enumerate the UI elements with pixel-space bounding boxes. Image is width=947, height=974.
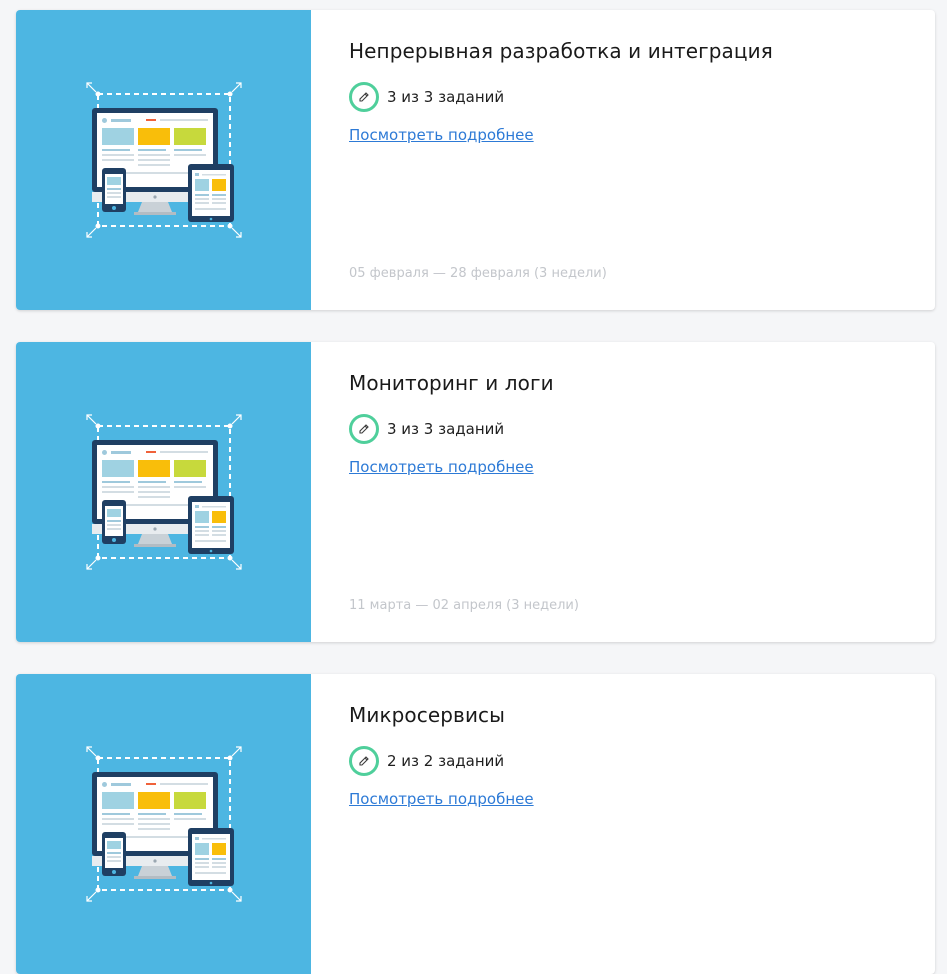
course-body: Микросервисы 2 из 2 заданий Посмотреть п… bbox=[311, 674, 935, 974]
view-details-link[interactable]: Посмотреть подробнее bbox=[349, 458, 534, 476]
responsive-devices-illustration bbox=[86, 414, 242, 570]
task-count: 3 из 3 заданий bbox=[387, 420, 505, 438]
view-details-link[interactable]: Посмотреть подробнее bbox=[349, 790, 534, 808]
task-count: 3 из 3 заданий bbox=[387, 88, 505, 106]
course-body: Непрерывная разработка и интеграция 3 из… bbox=[311, 10, 935, 310]
task-progress: 3 из 3 заданий bbox=[349, 414, 504, 444]
course-card: Микросервисы 2 из 2 заданий Посмотреть п… bbox=[16, 674, 935, 974]
course-image[interactable] bbox=[16, 674, 311, 974]
course-dates: 05 февраля — 28 февраля (3 недели) bbox=[349, 266, 607, 281]
task-progress: 3 из 3 заданий bbox=[349, 82, 504, 112]
course-title[interactable]: Мониторинг и логи bbox=[349, 371, 554, 395]
edit-icon bbox=[349, 746, 379, 776]
course-title[interactable]: Непрерывная разработка и интеграция bbox=[349, 39, 773, 63]
course-image[interactable] bbox=[16, 10, 311, 310]
course-title[interactable]: Микросервисы bbox=[349, 703, 505, 727]
task-progress: 2 из 2 заданий bbox=[349, 746, 504, 776]
edit-icon bbox=[349, 82, 379, 112]
course-list: Непрерывная разработка и интеграция 3 из… bbox=[0, 0, 947, 974]
edit-icon bbox=[349, 414, 379, 444]
course-image[interactable] bbox=[16, 342, 311, 642]
course-card: Мониторинг и логи 3 из 3 заданий Посмотр… bbox=[16, 342, 935, 642]
responsive-devices-illustration bbox=[86, 82, 242, 238]
task-count: 2 из 2 заданий bbox=[387, 752, 505, 770]
course-card: Непрерывная разработка и интеграция 3 из… bbox=[16, 10, 935, 310]
view-details-link[interactable]: Посмотреть подробнее bbox=[349, 126, 534, 144]
course-dates: 11 марта — 02 апреля (3 недели) bbox=[349, 598, 579, 613]
course-body: Мониторинг и логи 3 из 3 заданий Посмотр… bbox=[311, 342, 935, 642]
responsive-devices-illustration bbox=[86, 746, 242, 902]
